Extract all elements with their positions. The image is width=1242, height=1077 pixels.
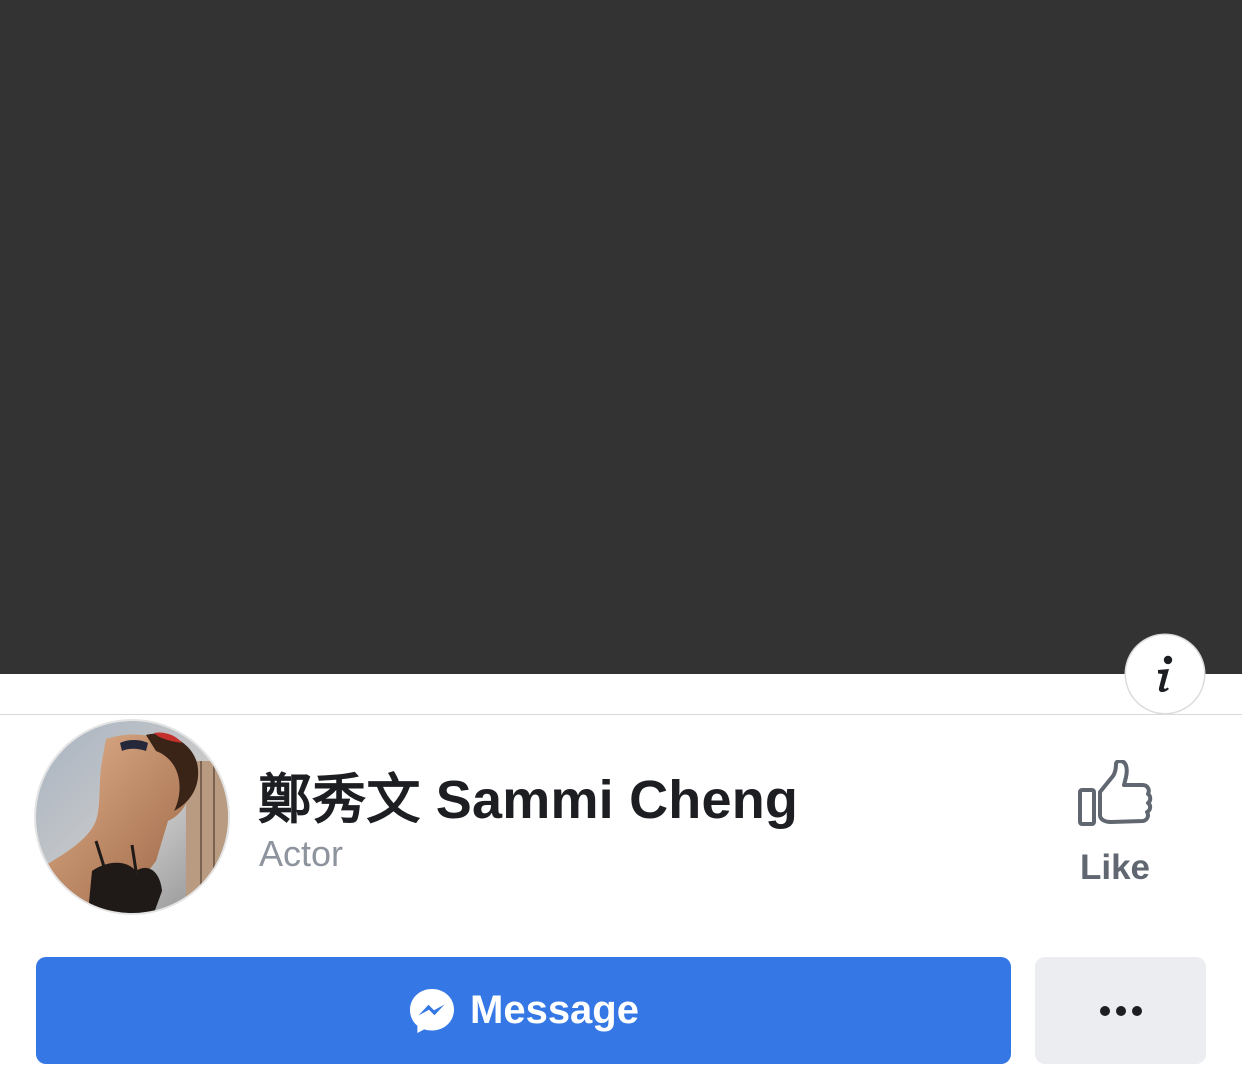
message-label: Message [470,988,639,1032]
thumbs-up-icon [1078,760,1153,826]
more-options-button[interactable] [1035,957,1206,1064]
more-dots-icon [1099,1005,1142,1016]
info-button[interactable] [1126,635,1204,713]
page-category: Actor [259,833,344,874]
page-header: 鄭秀文 Sammi Cheng Actor Like Message [0,0,1242,1077]
messenger-icon [410,988,454,1033]
page-title: 鄭秀文 Sammi Cheng [258,770,799,830]
profile-photo [36,721,228,913]
like-button[interactable]: Like [1050,760,1180,888]
avatar[interactable] [36,721,228,913]
message-button[interactable]: Message [36,957,1011,1064]
cover-photo[interactable] [0,0,1242,674]
divider [0,714,1242,715]
info-icon [1158,655,1173,693]
like-label: Like [1079,848,1151,887]
